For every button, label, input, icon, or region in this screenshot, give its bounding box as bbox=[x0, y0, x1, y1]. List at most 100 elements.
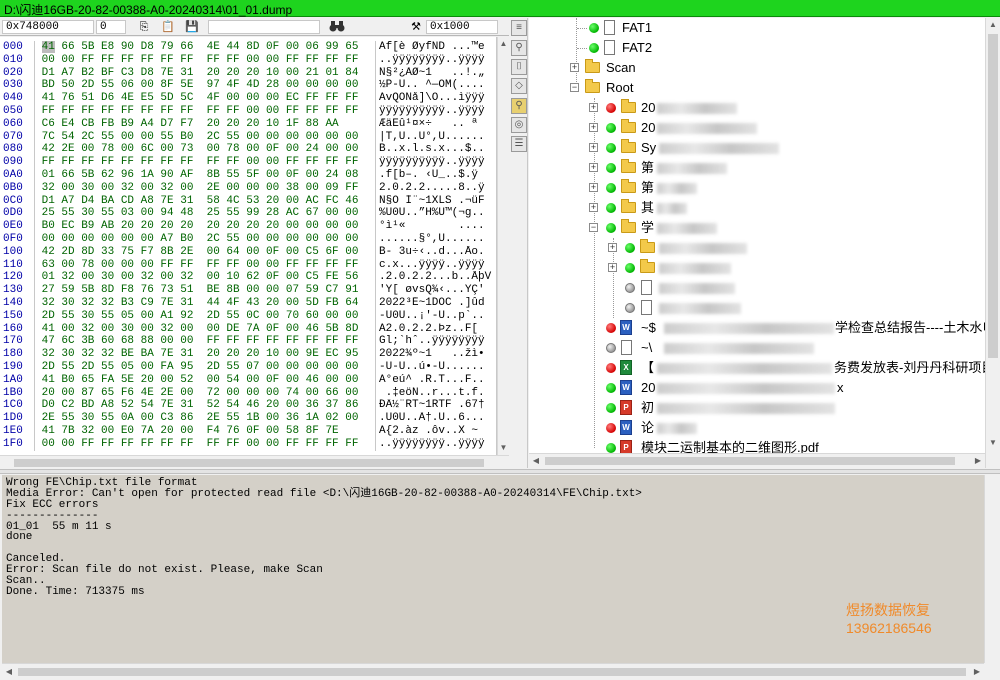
hex-ascii-row[interactable]: ÿÿÿÿÿÿÿÿÿÿ..ÿÿÿÿ bbox=[379, 156, 497, 169]
binoculars-icon[interactable] bbox=[328, 20, 346, 34]
hex-ascii-row[interactable]: -U0U..¡'-U..p`.. bbox=[379, 310, 497, 323]
hex-ascii-row[interactable]: Ñ§²¿ÃØ~1 ..!.„ bbox=[379, 67, 497, 80]
hex-ascii-row[interactable]: Af[è ØyfND ...™e bbox=[379, 41, 497, 54]
shape-icon[interactable]: ◇ bbox=[511, 78, 527, 94]
hex-byte-row[interactable]: 41 76 51 D6 4E E5 5D 5C 4F 00 00 00 EC F… bbox=[35, 92, 359, 105]
file-tree[interactable]: FAT1 FAT2 + Scan − Root + 20 + 20 + Sy +… bbox=[529, 18, 985, 453]
hex-byte-row[interactable]: 01 66 5B 62 96 1A 90 AF 8B 55 5F 00 0F 0… bbox=[35, 169, 359, 182]
hex-ascii-row[interactable]: Ñ§Ô Í¨~1XLS .¬üF bbox=[379, 195, 497, 208]
hex-ascii-row[interactable]: 2.0.2.2.....8..ÿ bbox=[379, 182, 497, 195]
expand-plus-icon[interactable]: + bbox=[589, 163, 598, 172]
pin-icon[interactable]: ⚲ bbox=[511, 40, 527, 56]
expand-plus-icon[interactable]: + bbox=[589, 183, 598, 192]
hex-ascii-row[interactable]: ÐÂ½¨RT~1RTF .67† bbox=[379, 399, 497, 412]
tools-icon[interactable]: ⚒ bbox=[408, 20, 424, 34]
hex-byte-row[interactable]: C6 E4 CB FB B9 A4 D7 F7 20 20 20 10 1F 8… bbox=[35, 118, 358, 131]
hex-byte-row[interactable]: 42 2E 00 78 00 6C 00 73 00 78 00 0F 00 2… bbox=[35, 143, 359, 156]
hex-byte-row[interactable]: 20 00 87 65 F6 4E 2E 00 72 00 00 00 74 0… bbox=[35, 387, 359, 400]
hex-byte-row[interactable]: 2E 55 30 55 0A 00 C3 86 2E 55 1B 00 36 1… bbox=[35, 412, 359, 425]
hex-ascii-row[interactable]: ..ÿÿÿÿÿÿÿÿ..ÿÿÿÿ bbox=[379, 438, 497, 451]
scroll-right-icon[interactable]: ▶ bbox=[971, 454, 985, 468]
hex-byte-row[interactable]: FF FF FF FF FF FF FF FF FF FF 00 00 FF F… bbox=[35, 105, 359, 118]
block-size-field[interactable]: 0x1000 bbox=[426, 20, 498, 34]
hex-byte-row[interactable]: B0 EC B9 AB 20 20 20 20 20 20 20 20 00 0… bbox=[35, 220, 359, 233]
hex-ascii-row[interactable]: Gl;`hˆ..ÿÿÿÿÿÿÿÿ bbox=[379, 335, 497, 348]
tree-vertical-scrollbar-thumb[interactable] bbox=[988, 34, 998, 358]
scroll-right-icon[interactable]: ▶ bbox=[970, 665, 984, 679]
hex-ascii-row[interactable]: 2022¾º~1 ..žì• bbox=[379, 348, 497, 361]
hex-byte-row[interactable]: 2D 55 30 55 05 00 A1 92 2D 55 0C 00 70 6… bbox=[35, 310, 359, 323]
hex-vertical-scrollbar[interactable]: ▲ ▼ bbox=[497, 37, 509, 455]
hex-ascii-row[interactable]: B..x.l.s.x...$.. bbox=[379, 143, 497, 156]
hex-view[interactable]: 000 010 020 030 040 050 060 070 080 090 0A0 0B0 0C0 0… bbox=[0, 37, 497, 455]
expand-plus-icon[interactable]: + bbox=[589, 203, 598, 212]
hex-ascii-row[interactable]: A°eú^ .R.T...F.. bbox=[379, 374, 497, 387]
hex-byte-row[interactable]: 41 7B 32 00 E0 7A 20 00 F4 76 0F 00 58 8… bbox=[35, 425, 358, 438]
hex-byte-row[interactable]: 41 B0 65 FA 5E 20 00 52 00 54 00 0F 00 4… bbox=[35, 374, 359, 387]
hex-byte-row[interactable]: FF FF FF FF FF FF FF FF FF FF 00 00 FF F… bbox=[35, 156, 359, 169]
scroll-left-icon[interactable]: ◀ bbox=[529, 454, 543, 468]
hex-byte-row[interactable]: 32 00 30 00 32 00 32 00 2E 00 00 00 38 0… bbox=[35, 182, 359, 195]
scroll-up-icon[interactable]: ▲ bbox=[986, 18, 1000, 32]
hex-byte-row[interactable]: 00 00 FF FF FF FF FF FF FF FF 00 00 FF F… bbox=[35, 438, 359, 451]
scroll-up-icon[interactable]: ▲ bbox=[498, 37, 509, 51]
hex-ascii-row[interactable]: ½P-U.. ^—OM(.... bbox=[379, 79, 497, 92]
hex-byte-row[interactable]: 41 00 32 00 30 00 32 00 00 DE 7A 0F 00 4… bbox=[35, 323, 359, 336]
collapse-minus-icon[interactable]: − bbox=[570, 83, 579, 92]
value-field[interactable]: 0 bbox=[96, 20, 126, 34]
bulb-icon[interactable]: ⚲ bbox=[511, 98, 527, 114]
hex-byte-row[interactable]: 00 00 00 00 00 00 A7 B0 2C 55 00 00 00 0… bbox=[35, 233, 359, 246]
expand-plus-icon[interactable]: + bbox=[570, 63, 579, 72]
hex-byte-row[interactable]: D0 C2 BD A8 52 54 7E 31 52 54 46 20 00 3… bbox=[35, 399, 359, 412]
log-horizontal-scrollbar-thumb[interactable] bbox=[18, 668, 966, 676]
scroll-left-icon[interactable]: ◀ bbox=[2, 665, 16, 679]
lines-icon[interactable]: ☰ bbox=[511, 136, 527, 152]
scroll-down-icon[interactable]: ▼ bbox=[498, 441, 509, 455]
hex-ascii-row[interactable]: 'Y[ øvsQ¾‹...YÇ' bbox=[379, 284, 497, 297]
hex-ascii-row[interactable]: 2022³É~1DOC .]ûd bbox=[379, 297, 497, 310]
hex-ascii-row[interactable]: B- 3u÷‹..d...Åo. bbox=[379, 246, 497, 259]
hex-horizontal-scrollbar-thumb[interactable] bbox=[14, 459, 484, 467]
log-output[interactable]: Wrong FE\Chip.txt file format Media Error… bbox=[2, 475, 984, 663]
hex-horizontal-scrollbar[interactable] bbox=[0, 455, 509, 469]
expand-plus-icon[interactable]: + bbox=[608, 243, 617, 252]
log-horizontal-scrollbar[interactable]: ◀ ▶ bbox=[2, 663, 984, 679]
hex-ascii-row[interactable]: c.x...ÿÿÿÿ..ÿÿÿÿ bbox=[379, 259, 497, 272]
hex-byte-row[interactable]: 47 6C 3B 60 68 88 00 00 FF FF FF FF FF F… bbox=[35, 335, 359, 348]
hex-ascii-row[interactable]: .2.0.2.2...b..ÅþV bbox=[379, 271, 497, 284]
hex-byte-row[interactable]: D1 A7 B2 BF C3 D8 7E 31 20 20 20 10 00 2… bbox=[35, 67, 359, 80]
hex-byte-row[interactable]: 42 2D 8D 33 75 F7 8B 2E 00 64 00 0F 00 C… bbox=[35, 246, 359, 259]
hex-ascii-row[interactable]: -U-U..ú•-U...... bbox=[379, 361, 497, 374]
tree-horizontal-scrollbar[interactable]: ◀ ▶ bbox=[529, 453, 985, 468]
hex-ascii-row[interactable]: ..ÿÿÿÿÿÿÿÿ..ÿÿÿÿ bbox=[379, 54, 497, 67]
expand-plus-icon[interactable]: + bbox=[589, 143, 598, 152]
expand-plus-icon[interactable]: + bbox=[589, 103, 598, 112]
hex-ascii-row[interactable]: ÿÿÿÿÿÿÿÿÿÿ..ÿÿÿÿ bbox=[379, 105, 497, 118]
hex-byte-row[interactable]: 63 00 78 00 00 00 FF FF FF FF 00 00 FF F… bbox=[35, 259, 359, 272]
hex-ascii-row[interactable]: .U0U..Ã†.U..6... bbox=[379, 412, 497, 425]
hex-ascii-row[interactable]: A{2.àz .ôv..X ~ bbox=[379, 425, 497, 438]
hex-ascii-row[interactable]: A2.0.2.2.Þz..F[ bbox=[379, 323, 497, 336]
hex-bytes[interactable]: 41 66 5B E8 90 D8 79 66 4E 44 8D 0F 00 0… bbox=[34, 41, 358, 451]
eye-icon[interactable]: ◎ bbox=[511, 117, 527, 133]
hex-ascii-row[interactable]: .f[b–. ‹U_..$.ÿ bbox=[379, 169, 497, 182]
scroll-down-icon[interactable]: ▼ bbox=[986, 436, 1000, 450]
frame-icon[interactable]: ⌷ bbox=[511, 59, 527, 75]
tree-vertical-scrollbar[interactable]: ▲ ▼ bbox=[985, 18, 1000, 468]
hex-ascii-row[interactable]: |T,U..U°,U...... bbox=[379, 131, 497, 144]
paste-icon[interactable]: 📋 bbox=[160, 20, 176, 34]
pane-splitter[interactable] bbox=[0, 469, 1000, 474]
hex-ascii-row[interactable]: °ì¹« .... bbox=[379, 220, 497, 233]
hex-ascii[interactable]: Af[è ØyfND ...™e ..ÿÿÿÿÿÿÿÿ..ÿÿÿÿ Ñ§²¿ÃØ~1… bbox=[375, 41, 497, 451]
hex-ascii-row[interactable]: .‡eöN..r...t.f. bbox=[379, 387, 497, 400]
expand-plus-icon[interactable]: + bbox=[589, 123, 598, 132]
hex-byte-row[interactable]: 32 30 32 32 BE BA 7E 31 20 20 20 10 00 9… bbox=[35, 348, 359, 361]
log-vertical-scrollbar[interactable] bbox=[984, 475, 1000, 663]
search-field[interactable] bbox=[208, 20, 320, 34]
save-icon[interactable]: 💾 bbox=[184, 20, 200, 34]
hex-byte-row[interactable]: BD 50 2D 55 06 00 8F 5E 97 4F 4D 28 00 0… bbox=[35, 79, 359, 92]
hex-byte-row[interactable]: 01 32 00 30 00 32 00 32 00 10 62 0F 00 C… bbox=[35, 271, 359, 284]
hex-ascii-row[interactable]: AvQÖNå]\O...ìÿÿÿ bbox=[379, 92, 497, 105]
collapse-minus-icon[interactable]: − bbox=[589, 223, 598, 232]
hex-byte-row[interactable]: 2D 55 2D 55 05 00 FA 95 2D 55 07 00 00 0… bbox=[35, 361, 359, 374]
